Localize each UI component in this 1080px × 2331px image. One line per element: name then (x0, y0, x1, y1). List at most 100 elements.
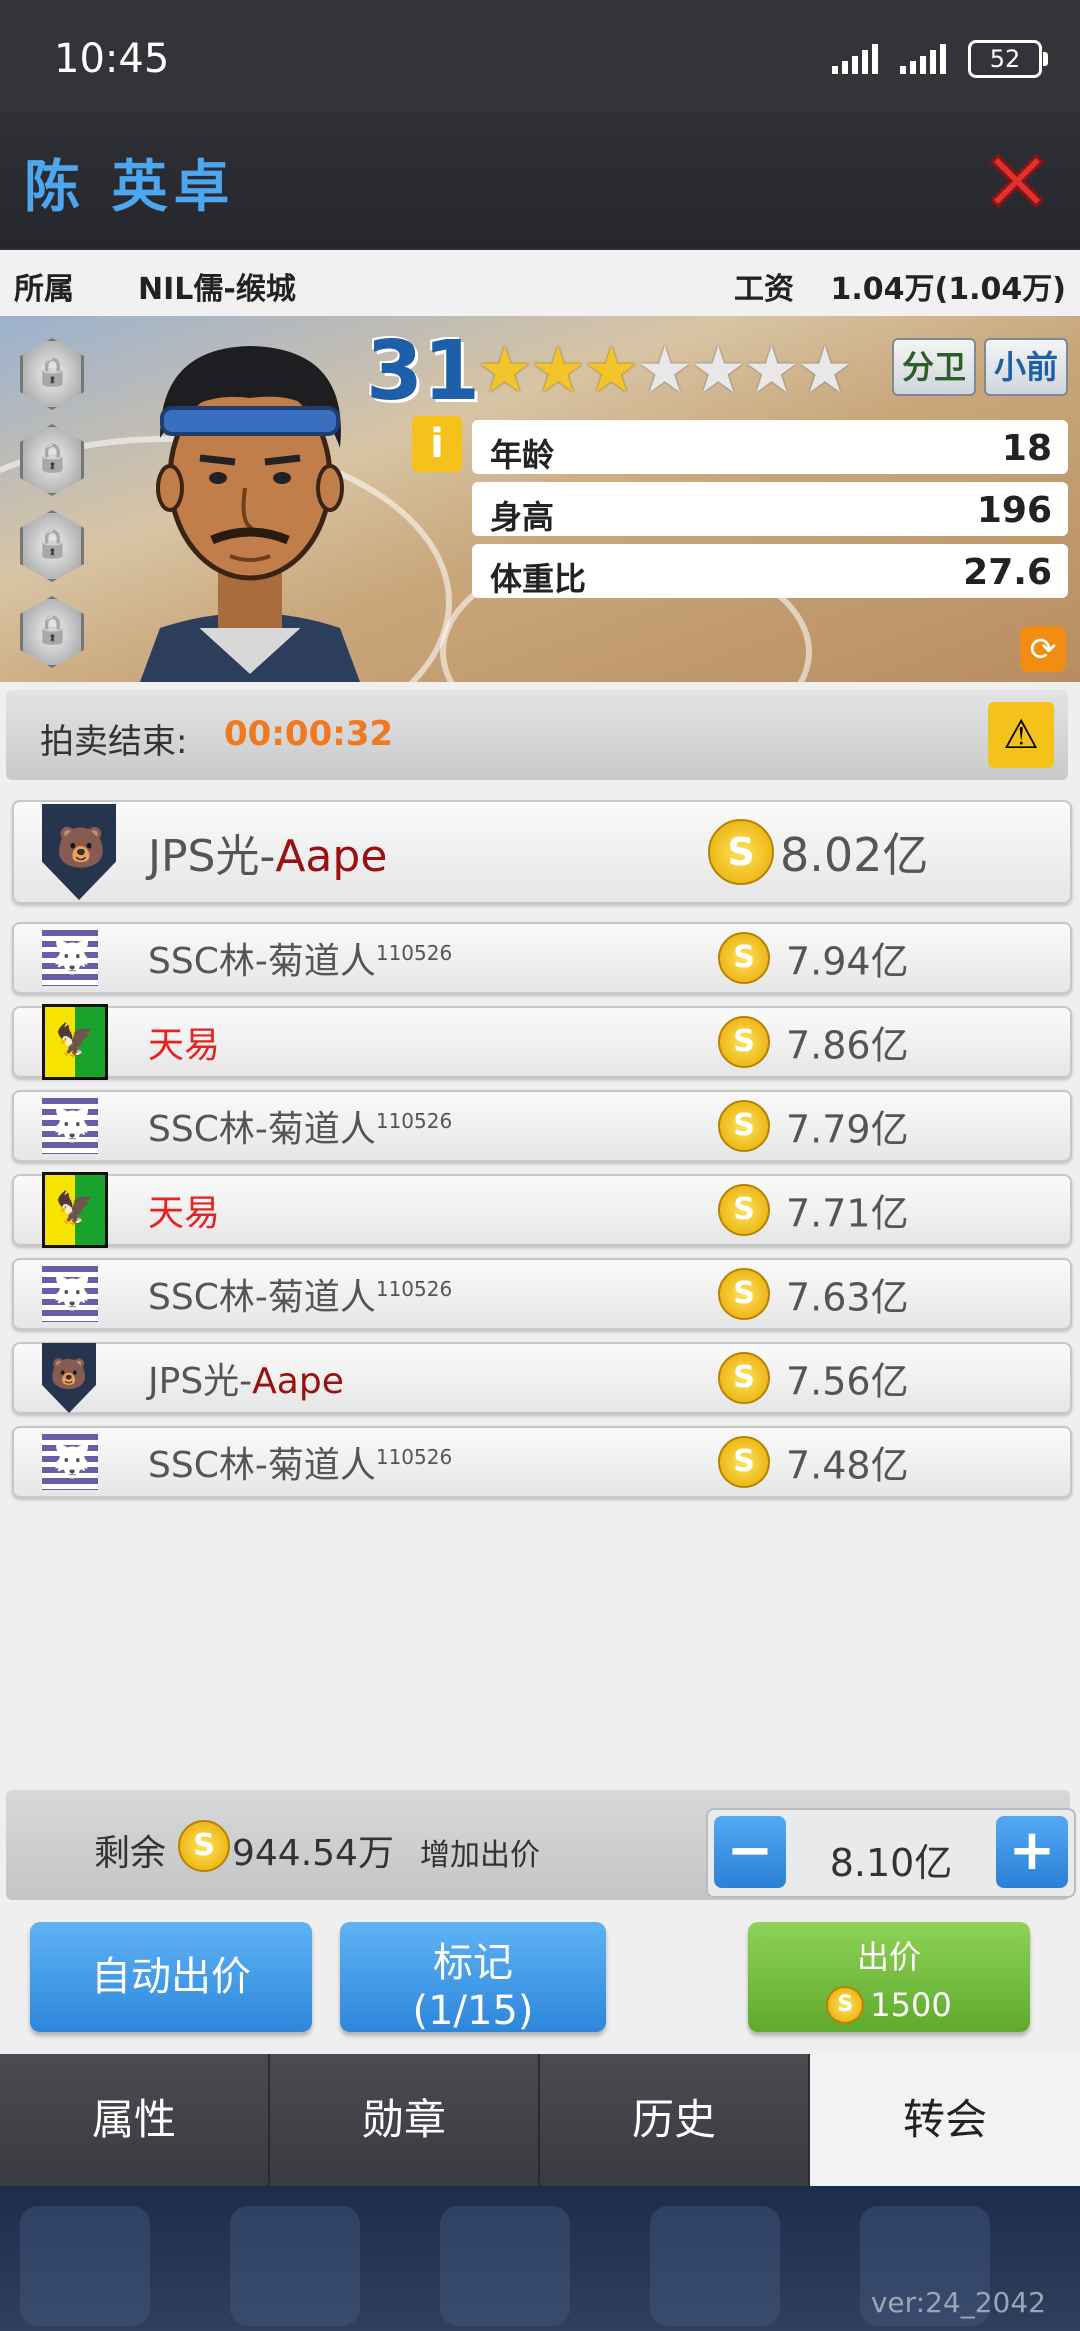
jps-logo-icon (42, 804, 116, 900)
place-bid-button[interactable]: 出价 S 1500 (748, 1922, 1030, 2032)
auction-label: 拍卖结束: (40, 722, 188, 762)
bid-team-id: 110526 (375, 1445, 453, 1469)
bid-team-name: SSC林-菊道人110526 (148, 1268, 452, 1320)
tianyi-logo-icon (42, 1004, 108, 1080)
bid-amount: 8.02亿 (780, 828, 929, 882)
bid-team-name: SSC林-菊道人110526 (148, 1436, 452, 1488)
bid-row[interactable]: JPS光-Aape S8.02亿 (12, 800, 1072, 904)
bid-list[interactable]: JPS光-AapeS8.02亿SSC林-菊道人110526S7.94亿天易S7.… (0, 800, 1080, 1788)
ssc-logo-icon (42, 1434, 98, 1490)
battery-icon: 52 (968, 40, 1048, 78)
nav-ghost-icon (650, 2206, 780, 2326)
bid-team-id: 110526 (375, 1277, 453, 1301)
coin-icon: S (718, 1100, 770, 1152)
bid-team-id: 110526 (375, 941, 453, 965)
auction-panel: 拍卖结束: 00:00:32 ⚠ JPS光-AapeS8.02亿SSC林-菊道人… (0, 682, 1080, 2054)
bid-team-id: 110526 (375, 1109, 453, 1133)
star-empty-icon: ★ (742, 334, 800, 408)
position-badge: 小前 (984, 338, 1069, 396)
stat-height: 身高 196 (472, 482, 1068, 536)
bid-row[interactable]: SSC林-菊道人110526 S 7.63亿 (12, 1258, 1072, 1330)
bid-team-suffix: Aape (252, 1361, 344, 1402)
coin-icon: S (826, 1986, 865, 2024)
bid-team-prefix: SSC林-菊道人 (148, 1445, 376, 1486)
coin-icon: S (718, 1184, 770, 1236)
status-bar: 10:45 52 (0, 0, 1080, 112)
page-title: 陈 英卓 (24, 155, 236, 220)
signal-icon (832, 44, 878, 74)
stat-value: 27.6 (963, 552, 1052, 593)
team-value: NIL儒-缑城 (138, 272, 296, 307)
ssc-logo-icon (42, 930, 98, 986)
coin-icon: S (718, 1352, 770, 1404)
bid-amount: 7.86亿 (786, 1023, 909, 1068)
tab-history[interactable]: 历史 (540, 2054, 810, 2186)
salary-value: 1.04万(1.04万) (830, 272, 1066, 307)
bid-team-name: 天易 (148, 1184, 220, 1236)
signal-icon (900, 44, 946, 74)
jps-logo-icon (42, 1343, 96, 1413)
bid-row[interactable]: 天易 S 7.86亿 (12, 1004, 1072, 1080)
position-badge: 分卫 (892, 338, 977, 396)
bid-row[interactable]: JPS光-Aape S 7.56亿 (12, 1342, 1072, 1414)
stat-weight-ratio: 体重比 27.6 (472, 544, 1068, 598)
bid-amount: 7.79亿 (786, 1107, 909, 1152)
stat-label: 身高 (490, 498, 555, 536)
nav-ghost-icon (230, 2206, 360, 2326)
tab-bar: 属性 勋章 历史 转会 (0, 2054, 1080, 2186)
mark-button[interactable]: 标记 (1/15) (340, 1922, 606, 2034)
bid-row[interactable]: 天易 S 7.71亿 (12, 1172, 1072, 1248)
bid-stepper[interactable]: − 8.10亿 + (706, 1808, 1076, 1898)
bid-row[interactable]: SSC林-菊道人110526 S 7.48亿 (12, 1426, 1072, 1498)
bid-row[interactable]: SSC林-菊道人110526 S 7.94亿 (12, 922, 1072, 994)
lock-icon[interactable] (20, 338, 84, 410)
warning-icon[interactable]: ⚠ (988, 702, 1054, 768)
remaining-label: 剩余 (94, 1833, 167, 1874)
tab-badges[interactable]: 勋章 (270, 2054, 540, 2186)
coin-icon: S (708, 819, 774, 885)
bid-amount: 7.48亿 (786, 1443, 909, 1488)
bid-team-name: SSC林-菊道人110526 (148, 1100, 452, 1152)
increase-button[interactable]: + (996, 1816, 1068, 1888)
bid-cost: 1500 (870, 1986, 952, 2024)
bid-team-name: 天易 (148, 1016, 220, 1068)
stat-label: 体重比 (490, 560, 587, 598)
bid-team-suffix: 天易 (148, 1193, 221, 1234)
bid-amount: 7.94亿 (786, 939, 909, 984)
stat-value: 196 (976, 490, 1052, 531)
refresh-icon[interactable]: ⟳ (1020, 626, 1066, 672)
star-empty-icon: ★ (636, 334, 693, 408)
star-filled-icon: ★ (476, 334, 533, 408)
tab-transfer[interactable]: 转会 (810, 2054, 1080, 2186)
bid-controls: 剩余 S 944.54万 增加出价 − 8.10亿 + (6, 1790, 1076, 1900)
stat-age: 年龄 18 (472, 420, 1068, 474)
place-bid-label: 出价 (856, 1938, 921, 1976)
affiliation-bar: 所属 NIL儒-缑城 工资 1.04万(1.04万) (0, 250, 1080, 318)
info-icon[interactable]: i (412, 416, 462, 472)
auto-bid-button[interactable]: 自动出价 (30, 1922, 312, 2032)
bid-team-suffix: 天易 (148, 1025, 221, 1066)
close-icon[interactable] (982, 146, 1052, 216)
bid-team-prefix: JPS光- (148, 831, 276, 882)
star-filled-icon: ★ (529, 334, 586, 408)
auction-countdown: 00:00:32 (224, 714, 394, 754)
bid-amount: 7.63亿 (786, 1275, 909, 1320)
bid-team-prefix: SSC林-菊道人 (148, 1109, 376, 1150)
tab-attributes[interactable]: 属性 (0, 2054, 270, 2186)
bid-team-name: JPS光-Aape (148, 820, 387, 884)
background-nav: ver:24_2042 (0, 2186, 1080, 2331)
bid-row[interactable]: SSC林-菊道人110526 S 7.79亿 (12, 1090, 1072, 1162)
salary-label: 工资 (734, 272, 794, 307)
team-label: 所属 (14, 272, 74, 307)
player-card: 31 ★★★★★★★ 分卫 小前 i 年龄 18 身高 196 体重比 27.6… (0, 316, 1080, 682)
coin-icon: S (718, 1268, 770, 1320)
auto-bid-label: 自动出价 (91, 1954, 251, 2000)
raise-label: 增加出价 (420, 1838, 540, 1873)
auction-timer-bar: 拍卖结束: 00:00:32 ⚠ (6, 690, 1068, 780)
coin-icon: S (718, 1436, 770, 1488)
nav-ghost-icon (20, 2206, 150, 2326)
clock: 10:45 (54, 36, 170, 82)
star-filled-icon: ★ (582, 334, 640, 408)
player-rating: 31 (366, 324, 481, 419)
tianyi-logo-icon (42, 1172, 108, 1248)
